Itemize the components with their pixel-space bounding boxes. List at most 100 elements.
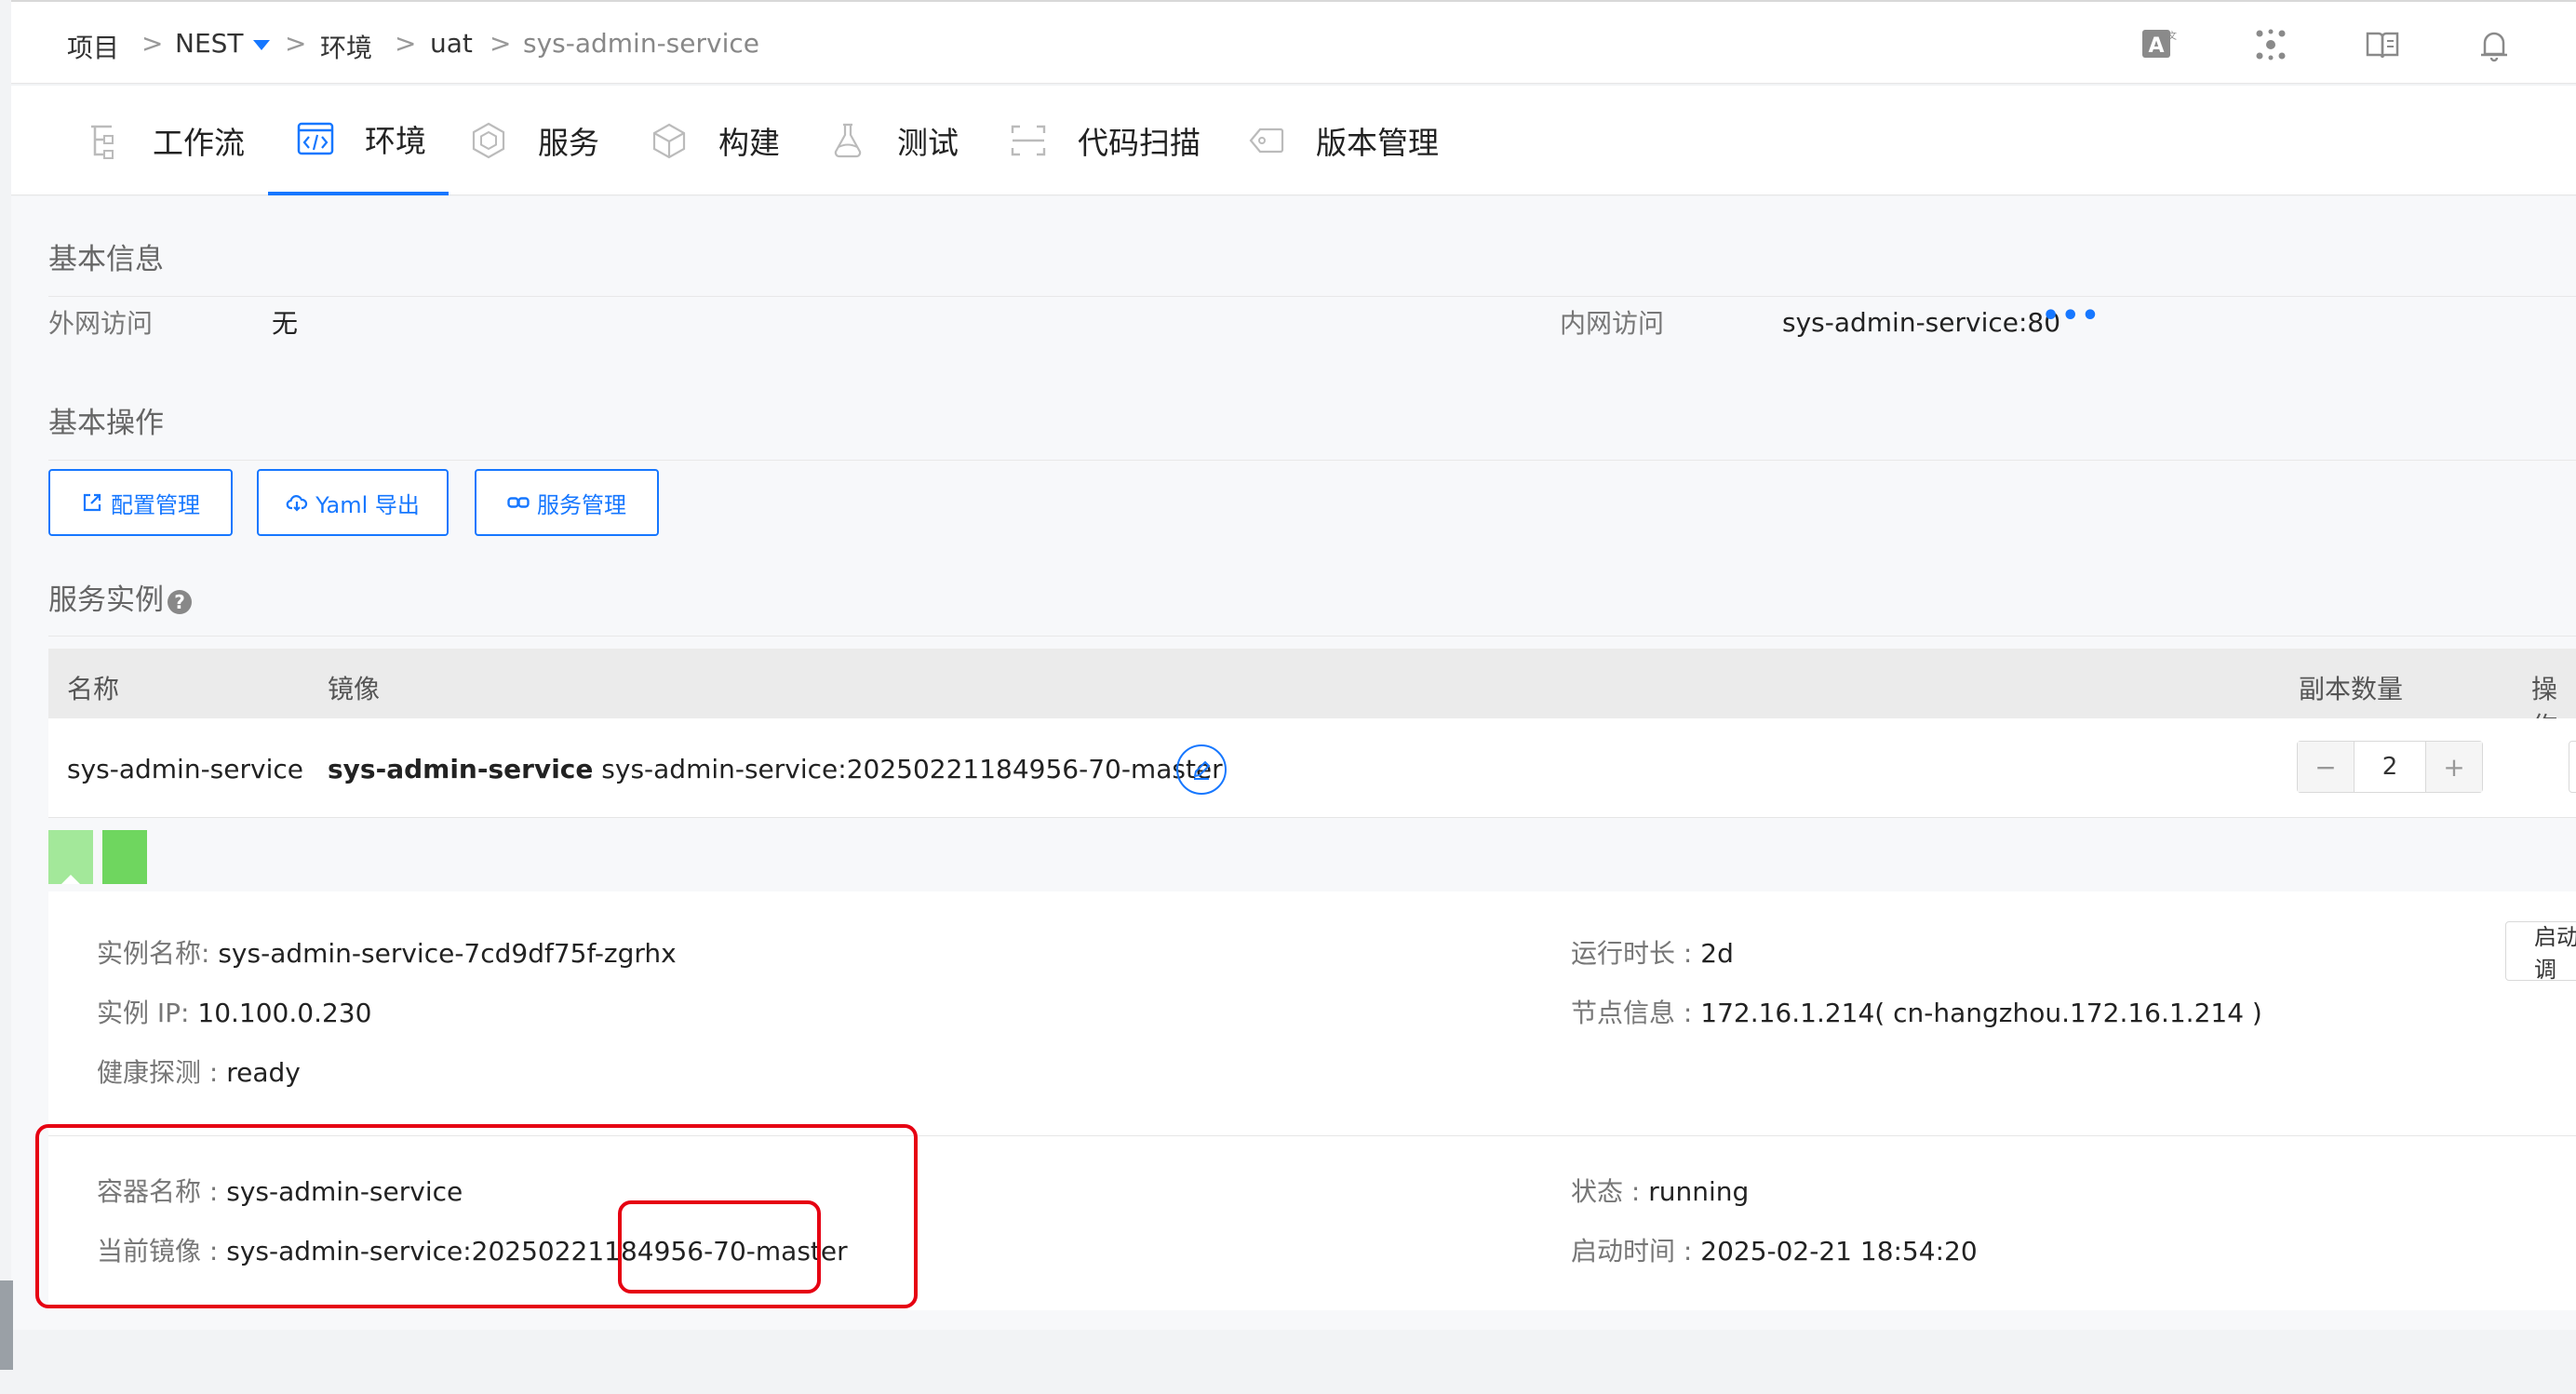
- instance-tile-selected[interactable]: [48, 830, 93, 884]
- top-bar: 项目 > NEST > 环境 > uat > sys-admin-service…: [11, 0, 2576, 84]
- instance-name-field: 实例名称: sys-admin-service-7cd9df75f-zgrhx: [97, 933, 677, 971]
- book-icon[interactable]: [2364, 26, 2401, 63]
- tab-workflow[interactable]: 工作流: [84, 86, 245, 195]
- yaml-export-label: Yaml 导出: [315, 491, 420, 518]
- breadcrumb-separator: >: [141, 28, 164, 59]
- service-management-label: 服务管理: [537, 491, 626, 518]
- tab-service-label: 服务: [538, 125, 599, 161]
- tab-version[interactable]: 版本管理: [1247, 86, 1439, 195]
- node-field: 节点信息 : 172.16.1.214( cn-hangzhou.172.16.…: [1571, 993, 2262, 1030]
- tab-environment[interactable]: 环境: [268, 86, 449, 195]
- instance-ip-field: 实例 IP: 10.100.0.230: [97, 993, 371, 1030]
- service-instances-title: 服务实例?: [48, 576, 192, 618]
- health-field: 健康探测 : ready: [97, 1052, 301, 1090]
- breadcrumb-env[interactable]: 环境: [320, 28, 372, 65]
- uptime-value: 2d: [1700, 938, 1734, 969]
- external-access-value: 无: [272, 308, 299, 339]
- tab-workflow-label: 工作流: [153, 125, 245, 161]
- instance-ip-label: 实例 IP:: [97, 998, 198, 1028]
- instance-name-value: sys-admin-service-7cd9df75f-zgrhx: [218, 938, 677, 969]
- instance-tile[interactable]: [102, 830, 147, 884]
- breadcrumb-uat[interactable]: uat: [430, 28, 473, 59]
- start-time-label: 启动时间 :: [1571, 1236, 1701, 1267]
- instance-image: sys-admin-service sys-admin-service:2025…: [328, 754, 1223, 784]
- breadcrumb-separator: >: [285, 28, 307, 59]
- caret-down-icon: [252, 39, 270, 50]
- config-management-label: 配置管理: [111, 491, 200, 518]
- image-tag: sys-admin-service:20250221184956-70-mast…: [601, 754, 1223, 784]
- status-value: running: [1648, 1176, 1750, 1207]
- breadcrumb-service: sys-admin-service: [523, 28, 759, 59]
- table-row: sys-admin-service sys-admin-service sys-…: [48, 718, 2576, 818]
- node-label: 节点信息 :: [1571, 998, 1701, 1028]
- breadcrumb-project[interactable]: 项目: [67, 28, 119, 65]
- module-tabs: 工作流 环境 服务 构建 测试 代码扫描 版本管理: [11, 86, 2576, 195]
- tab-build[interactable]: 构建: [650, 86, 780, 195]
- breadcrumb-nest[interactable]: NEST: [175, 28, 270, 59]
- svg-text:文: 文: [2167, 30, 2177, 42]
- tab-test-label: 测试: [897, 125, 959, 161]
- node-value: 172.16.1.214( cn-hangzhou.172.16.1.214 ): [1700, 998, 2262, 1028]
- column-image: 镜像: [328, 674, 381, 704]
- translate-icon[interactable]: A 文: [2140, 26, 2178, 63]
- internal-access-value: sys-admin-service:80: [1782, 307, 2061, 338]
- breadcrumb-separator: >: [490, 28, 512, 59]
- apps-icon[interactable]: [2252, 26, 2289, 63]
- replica-count[interactable]: 2: [2354, 742, 2426, 792]
- replica-stepper: − 2 +: [2297, 741, 2483, 793]
- breadcrumb-separator: >: [395, 28, 417, 59]
- status-label: 状态 :: [1571, 1176, 1649, 1207]
- decrease-button[interactable]: −: [2298, 742, 2354, 792]
- service-instances-label: 服务实例: [48, 583, 164, 617]
- cloud-download-icon: [286, 495, 308, 512]
- link-icon: [507, 497, 530, 508]
- health-label: 健康探测 :: [97, 1057, 227, 1088]
- basic-ops-title: 基本操作: [48, 407, 164, 440]
- edit-icon: [1193, 760, 1211, 780]
- status-field: 状态 : running: [1571, 1172, 1749, 1209]
- flask-icon: [834, 123, 862, 158]
- uptime-label: 运行时长 :: [1571, 938, 1701, 969]
- health-value: ready: [226, 1057, 301, 1088]
- tab-environment-label: 环境: [365, 123, 426, 159]
- external-link-icon: [83, 493, 101, 512]
- cube-icon: [652, 123, 686, 159]
- instance-name-label: 实例名称:: [97, 938, 219, 969]
- more-icon[interactable]: •••: [2042, 300, 2101, 332]
- tab-service[interactable]: 服务: [469, 86, 599, 195]
- uptime-field: 运行时长 : 2d: [1571, 933, 1734, 971]
- side-collapse-handle[interactable]: [0, 1280, 13, 1370]
- tab-version-label: 版本管理: [1316, 125, 1439, 161]
- tab-code-scan-label: 代码扫描: [1078, 125, 1201, 161]
- tab-build-label: 构建: [718, 125, 780, 161]
- config-management-button[interactable]: 配置管理: [48, 469, 233, 536]
- service-management-button[interactable]: 服务管理: [475, 469, 659, 536]
- yaml-export-button[interactable]: Yaml 导出: [257, 469, 449, 536]
- column-replicas: 副本数量: [2299, 674, 2404, 704]
- internal-access-label: 内网访问: [1560, 308, 1665, 339]
- tab-code-scan[interactable]: 代码扫描: [1009, 86, 1201, 195]
- table-header: 名称 镜像 副本数量 操作: [48, 649, 2576, 742]
- tab-test[interactable]: 测试: [828, 86, 959, 195]
- breadcrumb-nest-label: NEST: [175, 28, 244, 59]
- divider: [48, 460, 2576, 461]
- selected-pointer-icon: [61, 875, 80, 884]
- basic-info-title: 基本信息: [48, 243, 164, 276]
- edit-image-button[interactable]: [1176, 744, 1227, 795]
- image-service-name: sys-admin-service: [328, 754, 594, 784]
- tag-icon: [1249, 127, 1284, 154]
- divider: [48, 636, 2576, 637]
- restart-button[interactable]: 重: [2569, 741, 2576, 793]
- bell-icon[interactable]: [2475, 26, 2513, 63]
- scan-icon: [1011, 125, 1046, 156]
- increase-button[interactable]: +: [2426, 742, 2482, 792]
- start-time-value: 2025-02-21 18:54:20: [1700, 1236, 1978, 1267]
- external-access-label: 外网访问: [48, 308, 154, 339]
- highlight-image-tag-box: [618, 1200, 821, 1293]
- help-icon[interactable]: ?: [168, 589, 192, 614]
- instance-name: sys-admin-service: [67, 754, 303, 784]
- instance-ip-value: 10.100.0.230: [197, 998, 372, 1028]
- divider: [48, 296, 2576, 297]
- start-debug-button[interactable]: 启动调: [2505, 921, 2576, 981]
- workflow-icon: [91, 125, 114, 159]
